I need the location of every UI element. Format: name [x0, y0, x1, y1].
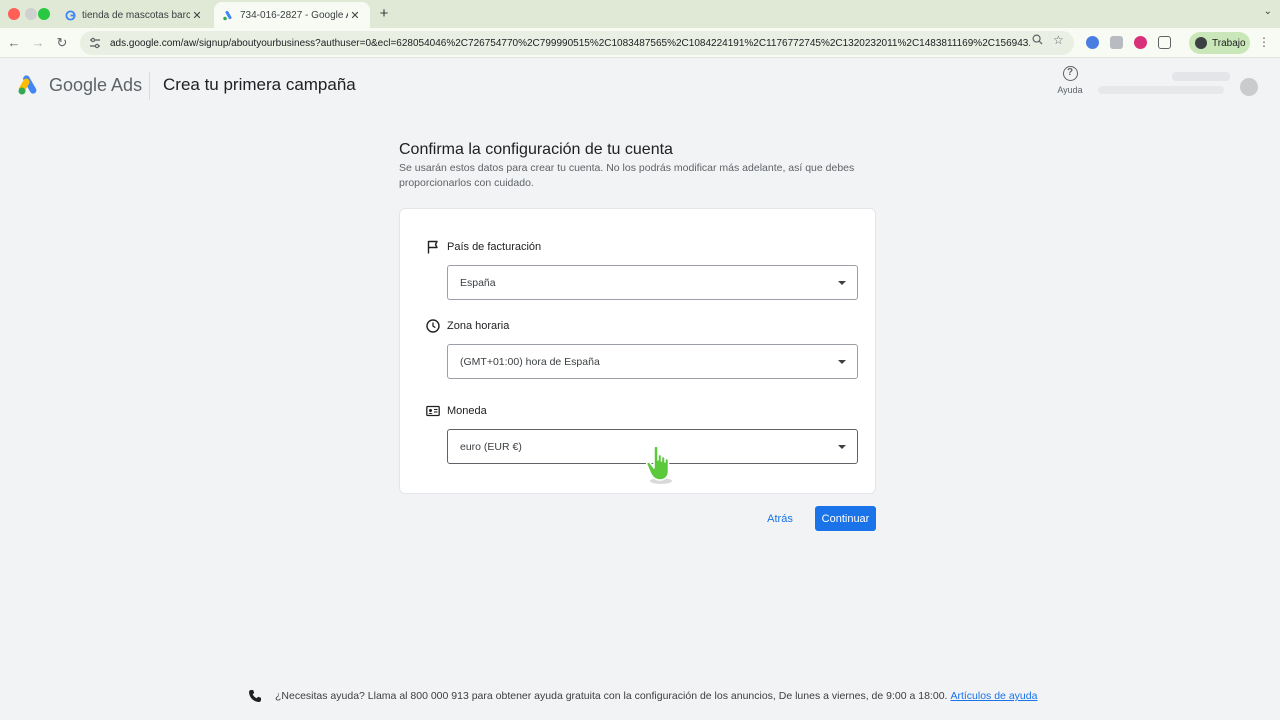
footer-text: ¿Necesitas ayuda? Llama al 800 000 913 p… [275, 690, 948, 702]
bookmark-star-icon[interactable]: ☆ [1053, 33, 1064, 47]
help-icon: ? [1062, 66, 1078, 81]
google-ads-logo-icon [18, 75, 37, 95]
site-settings-icon[interactable] [88, 36, 102, 50]
browser-tab-bar: tienda de mascotas barcelona ✕ 734-016-2… [0, 0, 1280, 28]
timezone-select[interactable]: (GMT+01:00) hora de España [447, 344, 858, 379]
country-select[interactable]: España [447, 265, 858, 300]
currency-card-icon [426, 405, 440, 417]
account-name-redacted [1172, 72, 1230, 81]
clock-icon [426, 319, 440, 333]
browser-toolbar: ← → ↻ ads.google.com/aw/signup/aboutyour… [0, 28, 1280, 58]
extension-icon[interactable] [1086, 36, 1099, 49]
forward-arrow-icon[interactable]: → [30, 35, 46, 51]
continue-button[interactable]: Continuar [815, 506, 876, 531]
window-maximize-button[interactable] [38, 8, 50, 20]
profile-button[interactable]: Trabajo [1189, 32, 1250, 54]
url-text[interactable]: ads.google.com/aw/signup/aboutyourbusine… [110, 38, 1030, 49]
tab-title: 734-016-2827 - Google Ads [240, 9, 348, 21]
window-close-button[interactable] [8, 8, 20, 20]
currency-label: Moneda [447, 405, 487, 417]
zoom-icon[interactable] [1032, 34, 1043, 48]
account-settings-card: País de facturación España Zona horaria … [399, 208, 876, 494]
browser-tab-active[interactable]: 734-016-2827 - Google Ads ✕ [214, 2, 370, 28]
brand-name: Google Ads [49, 75, 143, 95]
address-bar[interactable]: ads.google.com/aw/signup/aboutyourbusine… [80, 31, 1074, 55]
browser-tab[interactable]: tienda de mascotas barcelona ✕ [56, 2, 212, 28]
account-email-redacted [1098, 86, 1224, 94]
dropdown-arrow-icon [838, 445, 846, 449]
extension-icon[interactable] [1110, 36, 1123, 49]
country-value: España [460, 276, 496, 289]
dropdown-arrow-icon [838, 360, 846, 364]
timezone-value: (GMT+01:00) hora de España [460, 355, 600, 368]
account-avatar[interactable] [1240, 78, 1258, 96]
flag-icon [427, 240, 438, 254]
timezone-field-label: Zona horaria [426, 319, 510, 333]
dropdown-arrow-icon [838, 281, 846, 285]
tab-close-icon[interactable]: ✕ [348, 9, 362, 22]
tab-search-chevron-icon[interactable]: ⌄ [1264, 6, 1272, 17]
extensions-puzzle-icon[interactable] [1158, 36, 1171, 49]
currency-field-label: Moneda [426, 405, 487, 417]
window-minimize-button[interactable] [25, 8, 37, 20]
hand-cursor-icon [645, 445, 672, 484]
header-divider [149, 72, 150, 100]
profile-avatar [1195, 37, 1207, 49]
help-footer: ¿Necesitas ayuda? Llama al 800 000 913 p… [248, 689, 1037, 703]
country-label: País de facturación [447, 241, 542, 253]
google-favicon-icon [64, 9, 76, 21]
browser-menu-icon[interactable]: ⋮ [1258, 35, 1270, 49]
section-subtitle: Se usarán estos datos para crear tu cuen… [399, 162, 855, 189]
new-tab-icon[interactable]: + [376, 5, 392, 22]
help-label: Ayuda [1057, 85, 1083, 95]
help-button[interactable]: ? Ayuda [1052, 66, 1088, 95]
country-field-label: País de facturación [426, 240, 542, 254]
help-articles-link[interactable]: Artículos de ayuda [950, 690, 1037, 702]
profile-label: Trabajo [1212, 37, 1246, 49]
phone-icon [249, 690, 261, 702]
currency-value: euro (EUR €) [460, 440, 522, 453]
extension-icon[interactable] [1134, 36, 1147, 49]
google-ads-favicon-icon [222, 9, 234, 21]
timezone-label: Zona horaria [447, 320, 510, 332]
back-button[interactable]: Atrás [761, 507, 799, 531]
app-header: Google Ads Crea tu primera campaña ? Ayu… [0, 58, 1280, 114]
tab-close-icon[interactable]: ✕ [190, 9, 204, 22]
section-heading: Confirma la configuración de tu cuenta [399, 141, 673, 158]
back-arrow-icon[interactable]: ← [6, 35, 22, 51]
page-title: Crea tu primera campaña [163, 75, 356, 94]
tab-title: tienda de mascotas barcelona [82, 9, 190, 21]
reload-icon[interactable]: ↻ [54, 35, 70, 51]
